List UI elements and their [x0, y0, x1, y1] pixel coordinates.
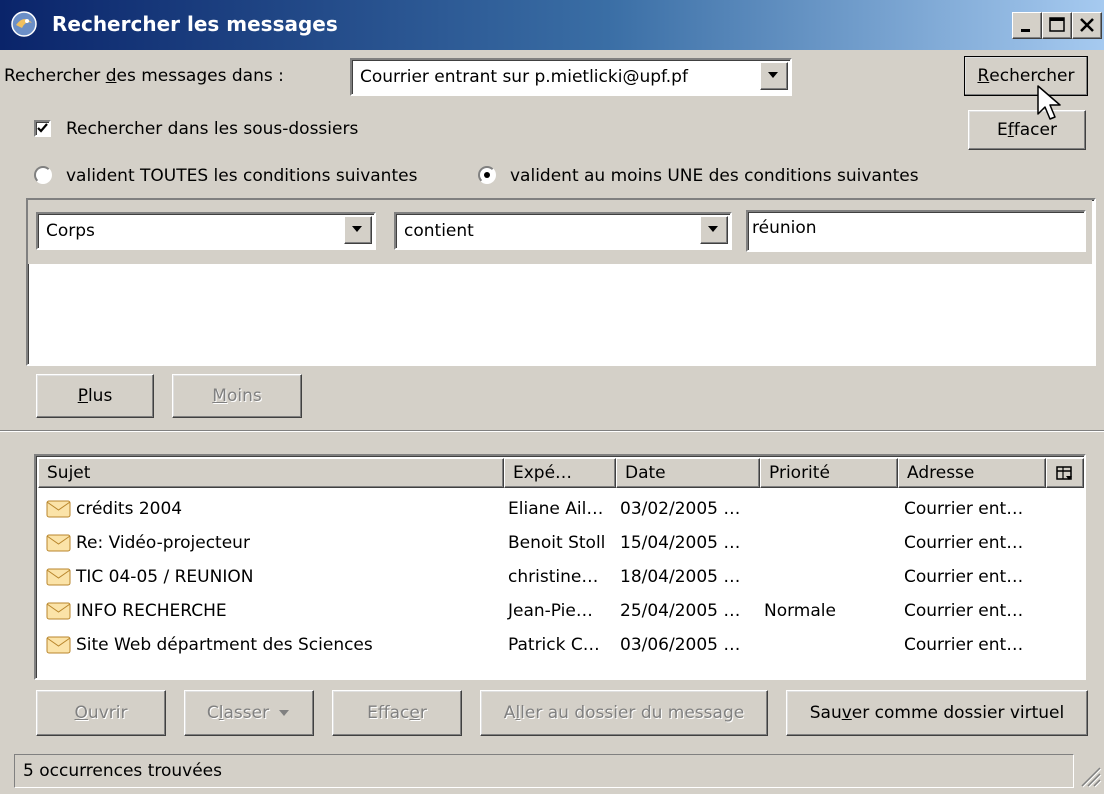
table-row[interactable]: crédits 2004 Eliane Ail… 03/02/2005 … Co… [36, 492, 1084, 526]
criteria-operator-value: contient [404, 221, 474, 241]
column-header-sender[interactable]: Expé… [504, 458, 616, 488]
clear-button[interactable]: Ef facer [968, 110, 1086, 150]
cell-date: 03/02/2005 … [620, 499, 741, 519]
envelope-icon [46, 568, 71, 586]
save-virtual-folder-button[interactable]: Sau v er comme dossier virtuel [786, 690, 1088, 736]
dropdown-arrow-icon [279, 710, 290, 716]
delete-button[interactable]: Effac e r [332, 690, 462, 736]
cell-account: Courrier ent… [904, 635, 1024, 655]
window-title: Rechercher les messages [52, 12, 338, 36]
cell-account: Courrier ent… [904, 601, 1024, 621]
column-picker-icon[interactable] [1046, 458, 1084, 488]
resize-grip-icon[interactable] [1078, 764, 1102, 790]
cell-date: 18/04/2005 … [620, 567, 741, 587]
cell-sender: Eliane Ail… [508, 499, 604, 519]
envelope-icon [46, 500, 71, 518]
column-header-subject[interactable]: Sujet [38, 458, 504, 488]
goto-folder-button[interactable]: Al ler au dossier du message [480, 690, 768, 736]
file-button[interactable]: Cl asser [184, 690, 314, 736]
radio-selected-dot [484, 172, 490, 178]
cell-subject: crédits 2004 [76, 499, 183, 519]
subfolders-label[interactable]: Rechercher dans les sous-dossiers [66, 119, 358, 139]
criteria-value-input[interactable]: réunion [746, 210, 1086, 252]
close-button[interactable] [1072, 12, 1102, 39]
chevron-down-icon[interactable] [700, 216, 728, 244]
cell-sender: Benoit Stoll [508, 533, 606, 553]
cell-sender: Jean-Pie… [508, 601, 593, 621]
folder-select[interactable]: Courrier entrant sur p.mietlicki@upf.pf [350, 58, 792, 96]
table-row[interactable]: Re: Vidéo-projecteur Benoit Stoll 15/04/… [36, 526, 1084, 560]
match-all-label[interactable]: valident TOUTES les conditions suivantes [66, 166, 417, 186]
status-bar: 5 occurrences trouvées [14, 754, 1074, 788]
match-any-radio[interactable] [478, 166, 496, 184]
less-button[interactable]: Moins [172, 374, 302, 418]
envelope-icon [46, 636, 71, 654]
envelope-icon [46, 534, 71, 552]
criteria-value-text: réunion [752, 218, 817, 238]
match-all-radio[interactable] [34, 166, 52, 184]
results-table[interactable]: Sujet Expé… Date Priorité Adresse crédit… [34, 454, 1086, 680]
cell-subject: INFO RECHERCHE [76, 601, 227, 621]
column-header-date[interactable]: Date [616, 458, 760, 488]
criteria-list[interactable]: Corps contient réunion [26, 198, 1096, 366]
folder-select-value: Courrier entrant sur p.mietlicki@upf.pf [360, 67, 688, 87]
criteria-row: Corps contient réunion [28, 200, 1092, 264]
subfolders-checkbox[interactable] [34, 120, 51, 137]
cell-subject: Re: Vidéo-projecteur [76, 533, 250, 553]
envelope-icon [46, 602, 71, 620]
maximize-button[interactable] [1042, 12, 1072, 39]
criteria-field-select[interactable]: Corps [36, 212, 376, 250]
table-row[interactable]: TIC 04-05 / REUNION christine… 18/04/200… [36, 560, 1084, 594]
title-bar[interactable]: Rechercher les messages [0, 0, 1104, 50]
match-any-label[interactable]: valident au moins UNE des conditions sui… [510, 166, 919, 186]
cell-priority: Normale [764, 601, 836, 621]
chevron-down-icon[interactable] [760, 62, 788, 90]
cell-subject: Site Web départment des Sciences [76, 635, 373, 655]
cell-sender: christine… [508, 567, 599, 587]
table-row[interactable]: INFO RECHERCHE Jean-Pie… 25/04/2005 … No… [36, 594, 1084, 628]
checkmark-icon [37, 123, 48, 133]
more-button[interactable]: Plus [36, 374, 154, 418]
table-row[interactable]: Site Web départment des Sciences Patrick… [36, 628, 1084, 662]
search-folder-label: Rechercher des messages dans : [4, 66, 284, 86]
column-header-priority[interactable]: Priorité [760, 458, 898, 488]
cell-subject: TIC 04-05 / REUNION [76, 567, 254, 587]
column-header-account[interactable]: Adresse [898, 458, 1046, 488]
cell-date: 03/06/2005 … [620, 635, 741, 655]
cell-account: Courrier ent… [904, 567, 1024, 587]
criteria-field-value: Corps [46, 221, 95, 241]
open-button[interactable]: Ouvrir [36, 690, 166, 736]
mouse-cursor-icon [1037, 85, 1061, 120]
minimize-button[interactable] [1012, 12, 1042, 39]
thunderbird-icon [10, 10, 38, 38]
chevron-down-icon[interactable] [344, 216, 372, 244]
cell-date: 25/04/2005 … [620, 601, 741, 621]
separator [0, 430, 1104, 432]
cell-account: Courrier ent… [904, 499, 1024, 519]
search-button[interactable]: Rechercher [964, 56, 1088, 96]
cell-account: Courrier ent… [904, 533, 1024, 553]
criteria-operator-select[interactable]: contient [394, 212, 732, 250]
cell-sender: Patrick C… [508, 635, 600, 655]
cell-date: 15/04/2005 … [620, 533, 741, 553]
